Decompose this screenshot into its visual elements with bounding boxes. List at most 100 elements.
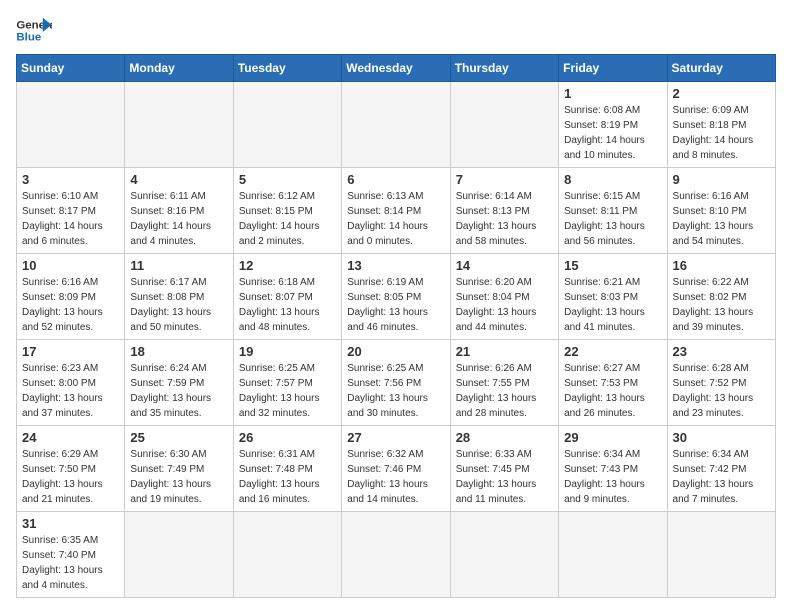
calendar-week-row: 3 Sunrise: 6:10 AM Sunset: 8:17 PM Daylig… bbox=[17, 168, 776, 254]
day-number: 18 bbox=[130, 344, 227, 359]
day-info: Sunrise: 6:30 AM Sunset: 7:49 PM Dayligh… bbox=[130, 447, 227, 507]
calendar-day-cell: 31 Sunrise: 6:35 AM Sunset: 7:40 PM Dayli… bbox=[17, 512, 125, 598]
day-info: Sunrise: 6:23 AM Sunset: 8:00 PM Dayligh… bbox=[22, 361, 119, 421]
day-info: Sunrise: 6:29 AM Sunset: 7:50 PM Dayligh… bbox=[22, 447, 119, 507]
day-of-week-header: Tuesday bbox=[233, 55, 341, 82]
day-number: 21 bbox=[456, 344, 553, 359]
calendar-day-cell: 9 Sunrise: 6:16 AM Sunset: 8:10 PM Daylig… bbox=[667, 168, 775, 254]
day-info: Sunrise: 6:25 AM Sunset: 7:56 PM Dayligh… bbox=[347, 361, 444, 421]
svg-text:Blue: Blue bbox=[16, 32, 41, 44]
day-number: 9 bbox=[673, 172, 770, 187]
day-number: 19 bbox=[239, 344, 336, 359]
day-info: Sunrise: 6:14 AM Sunset: 8:13 PM Dayligh… bbox=[456, 189, 553, 249]
calendar-day-cell bbox=[233, 82, 341, 168]
day-number: 20 bbox=[347, 344, 444, 359]
calendar-day-cell: 14 Sunrise: 6:20 AM Sunset: 8:04 PM Dayli… bbox=[450, 254, 558, 340]
day-number: 29 bbox=[564, 430, 661, 445]
day-info: Sunrise: 6:16 AM Sunset: 8:09 PM Dayligh… bbox=[22, 275, 119, 335]
page-header: General Blue bbox=[16, 16, 776, 46]
day-info: Sunrise: 6:25 AM Sunset: 7:57 PM Dayligh… bbox=[239, 361, 336, 421]
calendar-day-cell bbox=[125, 82, 233, 168]
calendar-day-cell: 1 Sunrise: 6:08 AM Sunset: 8:19 PM Daylig… bbox=[559, 82, 667, 168]
day-info: Sunrise: 6:17 AM Sunset: 8:08 PM Dayligh… bbox=[130, 275, 227, 335]
day-info: Sunrise: 6:18 AM Sunset: 8:07 PM Dayligh… bbox=[239, 275, 336, 335]
day-info: Sunrise: 6:34 AM Sunset: 7:43 PM Dayligh… bbox=[564, 447, 661, 507]
day-number: 31 bbox=[22, 516, 119, 531]
calendar-day-cell: 13 Sunrise: 6:19 AM Sunset: 8:05 PM Dayli… bbox=[342, 254, 450, 340]
calendar-day-cell bbox=[125, 512, 233, 598]
calendar-day-cell: 29 Sunrise: 6:34 AM Sunset: 7:43 PM Dayli… bbox=[559, 426, 667, 512]
day-info: Sunrise: 6:34 AM Sunset: 7:42 PM Dayligh… bbox=[673, 447, 770, 507]
day-info: Sunrise: 6:26 AM Sunset: 7:55 PM Dayligh… bbox=[456, 361, 553, 421]
calendar-day-cell: 18 Sunrise: 6:24 AM Sunset: 7:59 PM Dayli… bbox=[125, 340, 233, 426]
day-number: 1 bbox=[564, 86, 661, 101]
day-info: Sunrise: 6:24 AM Sunset: 7:59 PM Dayligh… bbox=[130, 361, 227, 421]
day-info: Sunrise: 6:10 AM Sunset: 8:17 PM Dayligh… bbox=[22, 189, 119, 249]
calendar-day-cell: 2Sunrise: 6:09 AM Sunset: 8:18 PM Daylig… bbox=[667, 82, 775, 168]
day-number: 15 bbox=[564, 258, 661, 273]
calendar-day-cell: 11 Sunrise: 6:17 AM Sunset: 8:08 PM Dayli… bbox=[125, 254, 233, 340]
day-info: Sunrise: 6:22 AM Sunset: 8:02 PM Dayligh… bbox=[673, 275, 770, 335]
calendar-day-cell: 22Sunrise: 6:27 AM Sunset: 7:53 PM Dayli… bbox=[559, 340, 667, 426]
day-number: 11 bbox=[130, 258, 227, 273]
calendar-day-cell: 21 Sunrise: 6:26 AM Sunset: 7:55 PM Dayli… bbox=[450, 340, 558, 426]
calendar-week-row: 1 Sunrise: 6:08 AM Sunset: 8:19 PM Daylig… bbox=[17, 82, 776, 168]
calendar-week-row: 17 Sunrise: 6:23 AM Sunset: 8:00 PM Dayli… bbox=[17, 340, 776, 426]
day-number: 23 bbox=[673, 344, 770, 359]
calendar-week-row: 24 Sunrise: 6:29 AM Sunset: 7:50 PM Dayli… bbox=[17, 426, 776, 512]
day-number: 10 bbox=[22, 258, 119, 273]
day-number: 26 bbox=[239, 430, 336, 445]
day-number: 7 bbox=[456, 172, 553, 187]
day-of-week-header: Wednesday bbox=[342, 55, 450, 82]
day-of-week-header: Monday bbox=[125, 55, 233, 82]
calendar-day-cell: 20 Sunrise: 6:25 AM Sunset: 7:56 PM Dayli… bbox=[342, 340, 450, 426]
day-number: 17 bbox=[22, 344, 119, 359]
calendar-day-cell: 7 Sunrise: 6:14 AM Sunset: 8:13 PM Daylig… bbox=[450, 168, 558, 254]
day-info: Sunrise: 6:28 AM Sunset: 7:52 PM Dayligh… bbox=[673, 361, 770, 421]
calendar-day-cell bbox=[667, 512, 775, 598]
day-info: Sunrise: 6:33 AM Sunset: 7:45 PM Dayligh… bbox=[456, 447, 553, 507]
calendar-day-cell: 19 Sunrise: 6:25 AM Sunset: 7:57 PM Dayli… bbox=[233, 340, 341, 426]
day-number: 13 bbox=[347, 258, 444, 273]
day-number: 5 bbox=[239, 172, 336, 187]
calendar-day-cell: 24 Sunrise: 6:29 AM Sunset: 7:50 PM Dayli… bbox=[17, 426, 125, 512]
day-number: 24 bbox=[22, 430, 119, 445]
day-info: Sunrise: 6:16 AM Sunset: 8:10 PM Dayligh… bbox=[673, 189, 770, 249]
day-of-week-header: Thursday bbox=[450, 55, 558, 82]
calendar-table: SundayMondayTuesdayWednesdayThursdayFrid… bbox=[16, 54, 776, 598]
day-number: 8 bbox=[564, 172, 661, 187]
calendar-day-cell: 16 Sunrise: 6:22 AM Sunset: 8:02 PM Dayli… bbox=[667, 254, 775, 340]
day-number: 16 bbox=[673, 258, 770, 273]
day-number: 30 bbox=[673, 430, 770, 445]
calendar-day-cell: 15 Sunrise: 6:21 AM Sunset: 8:03 PM Dayli… bbox=[559, 254, 667, 340]
day-info: Sunrise: 6:31 AM Sunset: 7:48 PM Dayligh… bbox=[239, 447, 336, 507]
day-number: 6 bbox=[347, 172, 444, 187]
logo: General Blue bbox=[16, 16, 52, 46]
day-number: 3 bbox=[22, 172, 119, 187]
day-info: Sunrise: 6:11 AM Sunset: 8:16 PM Dayligh… bbox=[130, 189, 227, 249]
calendar-day-cell: 3 Sunrise: 6:10 AM Sunset: 8:17 PM Daylig… bbox=[17, 168, 125, 254]
day-info: Sunrise: 6:21 AM Sunset: 8:03 PM Dayligh… bbox=[564, 275, 661, 335]
day-number: 25 bbox=[130, 430, 227, 445]
day-number: 12 bbox=[239, 258, 336, 273]
day-info: Sunrise: 6:20 AM Sunset: 8:04 PM Dayligh… bbox=[456, 275, 553, 335]
calendar-day-cell: 10 Sunrise: 6:16 AM Sunset: 8:09 PM Dayli… bbox=[17, 254, 125, 340]
calendar-day-cell: 17 Sunrise: 6:23 AM Sunset: 8:00 PM Dayli… bbox=[17, 340, 125, 426]
calendar-header-row: SundayMondayTuesdayWednesdayThursdayFrid… bbox=[17, 55, 776, 82]
calendar-day-cell: 4Sunrise: 6:11 AM Sunset: 8:16 PM Daylig… bbox=[125, 168, 233, 254]
day-number: 28 bbox=[456, 430, 553, 445]
calendar-day-cell bbox=[559, 512, 667, 598]
calendar-day-cell: 8Sunrise: 6:15 AM Sunset: 8:11 PM Daylig… bbox=[559, 168, 667, 254]
day-info: Sunrise: 6:08 AM Sunset: 8:19 PM Dayligh… bbox=[564, 103, 661, 163]
calendar-day-cell bbox=[450, 82, 558, 168]
day-number: 14 bbox=[456, 258, 553, 273]
calendar-day-cell bbox=[233, 512, 341, 598]
calendar-day-cell: 30 Sunrise: 6:34 AM Sunset: 7:42 PM Dayli… bbox=[667, 426, 775, 512]
calendar-week-row: 31 Sunrise: 6:35 AM Sunset: 7:40 PM Dayli… bbox=[17, 512, 776, 598]
day-info: Sunrise: 6:19 AM Sunset: 8:05 PM Dayligh… bbox=[347, 275, 444, 335]
day-info: Sunrise: 6:35 AM Sunset: 7:40 PM Dayligh… bbox=[22, 533, 119, 593]
calendar-day-cell: 26 Sunrise: 6:31 AM Sunset: 7:48 PM Dayli… bbox=[233, 426, 341, 512]
day-of-week-header: Sunday bbox=[17, 55, 125, 82]
day-number: 2 bbox=[673, 86, 770, 101]
day-info: Sunrise: 6:32 AM Sunset: 7:46 PM Dayligh… bbox=[347, 447, 444, 507]
